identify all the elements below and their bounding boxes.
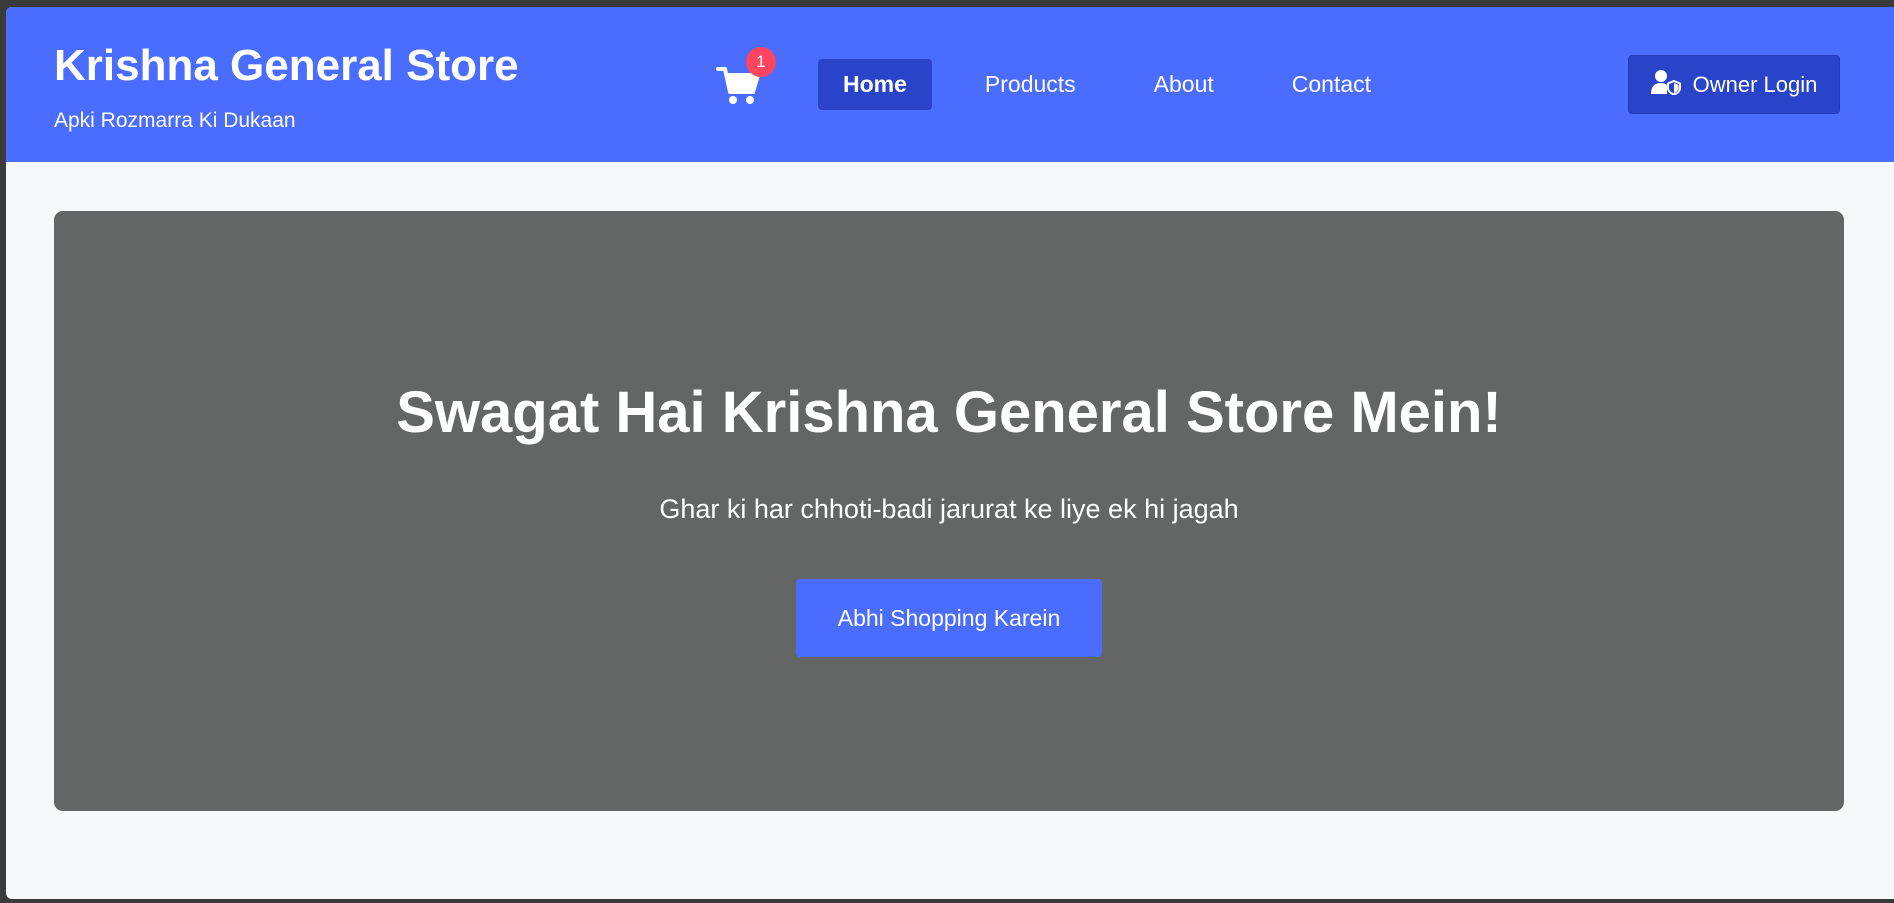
hero-banner: Swagat Hai Krishna General Store Mein! G… xyxy=(54,211,1844,811)
nav-item-home[interactable]: Home xyxy=(818,59,932,110)
owner-login-button[interactable]: Owner Login xyxy=(1628,55,1840,114)
shop-now-button[interactable]: Abhi Shopping Karein xyxy=(796,579,1102,657)
hero-subtitle: Ghar ki har chhoti-badi jarurat ke liye … xyxy=(659,494,1239,524)
cart-count-badge: 1 xyxy=(746,47,776,77)
cart-button[interactable]: 1 xyxy=(716,47,776,108)
store-title[interactable]: Krishna General Store xyxy=(54,41,519,91)
nav-item-products[interactable]: Products xyxy=(960,59,1101,110)
main-nav: Home Products About Contact xyxy=(818,59,1424,110)
owner-login-label: Owner Login xyxy=(1692,71,1818,97)
nav-item-contact[interactable]: Contact xyxy=(1267,59,1396,110)
hero-title: Swagat Hai Krishna General Store Mein! xyxy=(396,380,1502,445)
user-shield-icon xyxy=(1650,69,1681,101)
nav-item-about[interactable]: About xyxy=(1129,59,1239,110)
browser-viewport: Krishna General Store Apki Rozmarra Ki D… xyxy=(6,7,1894,899)
site-header: Krishna General Store Apki Rozmarra Ki D… xyxy=(6,7,1894,162)
store-tagline: Apki Rozmarra Ki Dukaan xyxy=(54,109,296,132)
